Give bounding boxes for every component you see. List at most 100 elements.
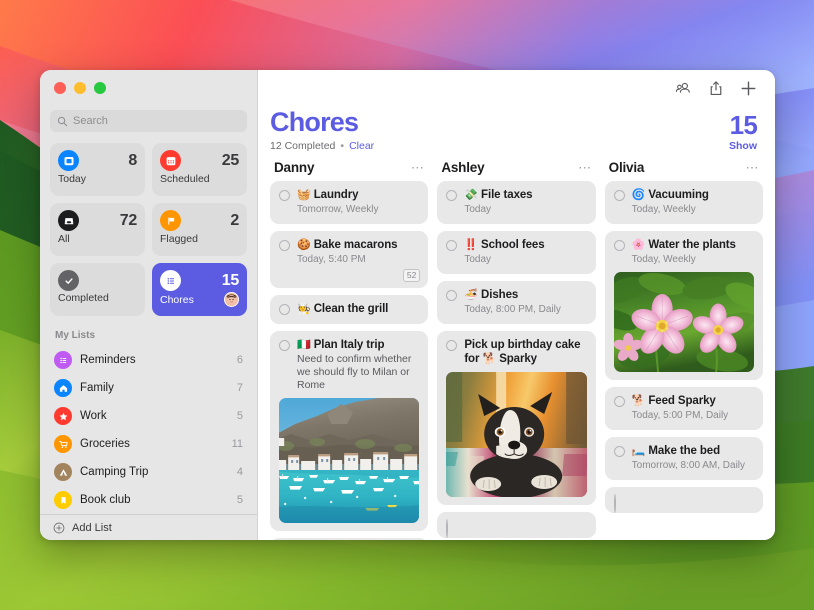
emoji-icon: ‼️ — [464, 239, 478, 251]
complete-radio[interactable] — [279, 240, 290, 251]
reminder-title: School fees — [481, 239, 544, 251]
emoji-icon: 🌸 — [632, 239, 646, 251]
smart-tile-all[interactable]: 72 All — [50, 203, 145, 256]
search-icon — [57, 116, 68, 127]
list-item-label: Reminders — [80, 354, 229, 366]
share-people-icon[interactable] — [675, 80, 692, 97]
complete-radio[interactable] — [614, 494, 616, 513]
list-item-label: Family — [80, 382, 229, 394]
reminder-title: Vacuuming — [648, 189, 708, 201]
flowers-photo — [614, 272, 754, 372]
reminder-title: Clean the grill — [314, 303, 389, 315]
reminder-card-empty[interactable] — [270, 538, 428, 540]
column-title: Ashley — [441, 160, 484, 175]
complete-radio[interactable] — [446, 240, 457, 251]
card-list: 🌀 Vacuuming Today, Weekly 🌸 Water the pl… — [605, 181, 763, 513]
column-header: Danny ⋯ — [270, 160, 428, 181]
column-menu-icon[interactable]: ⋯ — [578, 164, 592, 172]
cart-icon — [54, 435, 72, 453]
complete-radio[interactable] — [279, 304, 290, 315]
reminder-card[interactable]: 🐕 Feed Sparky Today, 5:00 PM, Daily — [605, 387, 763, 430]
complete-radio[interactable] — [279, 190, 290, 201]
close-button[interactable] — [54, 82, 66, 94]
smart-tile-chores[interactable]: 15 Chores — [152, 263, 247, 316]
checkmark-circle-icon — [58, 270, 79, 291]
list-item-groceries[interactable]: Groceries 11 — [48, 430, 249, 458]
search-placeholder: Search — [73, 115, 108, 127]
emoji-icon: 🧺 — [297, 189, 311, 201]
complete-radio[interactable] — [446, 190, 457, 201]
emoji-icon: 🐕 — [482, 353, 496, 365]
complete-radio[interactable] — [446, 519, 448, 538]
bookmark-icon — [54, 491, 72, 509]
reminder-card[interactable]: 🛏️ Make the bed Tomorrow, 8:00 AM, Daily — [605, 437, 763, 480]
smart-tile-flagged[interactable]: 2 Flagged — [152, 203, 247, 256]
add-list-button[interactable]: Add List — [40, 514, 257, 540]
smart-tile-scheduled[interactable]: 25 Scheduled — [152, 143, 247, 196]
list-item-count: 4 — [237, 466, 243, 478]
card-list: 🧺 Laundry Tomorrow, Weekly 🍪 Bake macaro… — [270, 181, 428, 540]
reminder-card[interactable]: 🧑‍🍳 Clean the grill — [270, 295, 428, 324]
reminders-window: Search 8 Today — [40, 70, 775, 540]
reminder-card[interactable]: 🍜 Dishes Today, 8:00 PM, Daily — [437, 281, 595, 324]
list-item-family[interactable]: Family 7 — [48, 374, 249, 402]
reminder-card-empty[interactable] — [437, 512, 595, 538]
reminder-card[interactable]: 🇮🇹 Plan Italy trip Need to confirm wheth… — [270, 331, 428, 531]
complete-radio[interactable] — [446, 290, 457, 301]
completed-count: 12 Completed — [270, 140, 335, 152]
list-item-book-club[interactable]: Book club 5 — [48, 486, 249, 514]
complete-radio[interactable] — [614, 190, 625, 201]
complete-radio[interactable] — [279, 340, 290, 351]
reminder-card[interactable]: 🌀 Vacuuming Today, Weekly — [605, 181, 763, 224]
reminder-card[interactable]: ‼️ School fees Today — [437, 231, 595, 274]
tent-icon — [54, 463, 72, 481]
show-button[interactable]: Show — [729, 140, 757, 152]
reminder-card[interactable]: 💸 File taxes Today — [437, 181, 595, 224]
smart-tile-count: 15 — [222, 270, 239, 292]
list-item-count: 5 — [237, 494, 243, 506]
star-icon — [54, 407, 72, 425]
list-item-camping-trip[interactable]: Camping Trip 4 — [48, 458, 249, 486]
list-item-work[interactable]: Work 5 — [48, 402, 249, 430]
smart-tile-label: Completed — [58, 292, 137, 304]
reminder-card[interactable]: Pick up birthday cake for 🐕 Sparky — [437, 331, 595, 505]
reminder-card[interactable]: 🌸 Water the plants Today, Weekly — [605, 231, 763, 380]
column-header: Ashley ⋯ — [437, 160, 595, 181]
complete-radio[interactable] — [614, 240, 625, 251]
list-item-label: Work — [80, 410, 229, 422]
inbox-tray-icon — [58, 210, 79, 231]
column-menu-icon[interactable]: ⋯ — [411, 164, 425, 172]
card-list: 💸 File taxes Today ‼️ School fees Today — [437, 181, 595, 538]
smart-tile-today[interactable]: 8 Today — [50, 143, 145, 196]
reminder-title: Plan Italy trip — [314, 339, 385, 351]
list-item-reminders[interactable]: Reminders 6 — [48, 346, 249, 374]
share-icon[interactable] — [708, 80, 724, 97]
smart-tile-completed[interactable]: Completed — [50, 263, 145, 316]
complete-radio[interactable] — [446, 340, 457, 351]
reminder-title: File taxes — [481, 189, 532, 201]
reminder-card[interactable]: 🍪 Bake macarons Today, 5:40 PM 52 — [270, 231, 428, 288]
reminder-meta: Today, Weekly — [632, 253, 754, 266]
column-menu-icon[interactable]: ⋯ — [745, 164, 759, 172]
complete-radio[interactable] — [614, 446, 625, 457]
search-input[interactable]: Search — [50, 110, 247, 132]
separator-dot: • — [340, 140, 344, 152]
zoom-button[interactable] — [94, 82, 106, 94]
sidebar: Search 8 Today — [40, 70, 258, 540]
reminder-card-empty[interactable] — [605, 487, 763, 513]
emoji-icon: 🌀 — [632, 189, 646, 201]
smart-tile-label: Scheduled — [160, 173, 239, 185]
minimize-button[interactable] — [74, 82, 86, 94]
reminder-title: Water the plants — [648, 239, 735, 251]
emoji-icon: 🍜 — [464, 289, 478, 301]
list-item-label: Camping Trip — [80, 466, 229, 478]
reminder-card[interactable]: 🧺 Laundry Tomorrow, Weekly — [270, 181, 428, 224]
clear-button[interactable]: Clear — [349, 140, 374, 152]
add-list-label: Add List — [72, 522, 112, 534]
reminder-meta: Today, 8:00 PM, Daily — [464, 303, 586, 316]
list-item-count: 7 — [237, 382, 243, 394]
my-lists-header: My Lists — [40, 316, 257, 346]
complete-radio[interactable] — [614, 396, 625, 407]
add-icon[interactable] — [740, 80, 757, 97]
list-bullet-icon — [54, 351, 72, 369]
